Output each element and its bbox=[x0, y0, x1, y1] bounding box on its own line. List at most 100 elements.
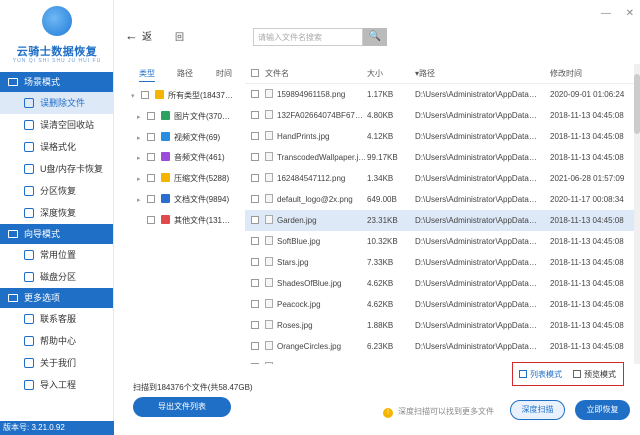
tab-type[interactable]: 类型 bbox=[139, 68, 155, 82]
select-all-checkbox[interactable] bbox=[251, 69, 259, 77]
tree-item[interactable]: ▸ 文档文件(9894) bbox=[131, 190, 243, 210]
row-checkbox[interactable] bbox=[251, 153, 259, 161]
row-checkbox[interactable] bbox=[251, 321, 259, 329]
table-row[interactable]: SoftBlue.jpg 10.32KB D:\Users\Administrato… bbox=[245, 231, 640, 252]
sidebar-item-1-0[interactable]: 常用位置 bbox=[0, 244, 113, 266]
sidebar-item-0-5[interactable]: 深度恢复 bbox=[0, 202, 113, 224]
table-row[interactable]: OrangeCircles.jpg 6.23KB D:\Users\Administ… bbox=[245, 336, 640, 357]
scrollbar-thumb[interactable] bbox=[634, 74, 640, 134]
table-row[interactable]: Roses.jpg 1.88KB D:\Users\Administrator\Ap… bbox=[245, 315, 640, 336]
close-button[interactable]: ✕ bbox=[626, 8, 634, 19]
tree-item[interactable]: ▸ 音频文件(461) bbox=[131, 148, 243, 168]
scrollbar[interactable] bbox=[634, 64, 640, 364]
tree-item[interactable]: 其他文件(131… bbox=[131, 211, 243, 231]
sidebar-item-2-0[interactable]: 联系客服 bbox=[0, 308, 113, 330]
expand-icon[interactable]: ▸ bbox=[137, 191, 145, 210]
row-checkbox[interactable] bbox=[251, 363, 259, 364]
sidebar-item-0-4[interactable]: 分区恢复 bbox=[0, 180, 113, 202]
tree-checkbox[interactable] bbox=[147, 132, 155, 141]
tab-path[interactable]: 路径 bbox=[177, 68, 193, 79]
sidebar-item-2-3[interactable]: 导入工程 bbox=[0, 374, 113, 396]
row-checkbox[interactable] bbox=[251, 342, 259, 350]
list-mode-button[interactable]: 列表模式 bbox=[519, 369, 562, 380]
table-row[interactable]: 162484547112.png 1.34KB D:\Users\Administr… bbox=[245, 168, 640, 189]
table-row[interactable]: default_logo@2x.png 649.00B D:\Users\Admin… bbox=[245, 189, 640, 210]
tree-checkbox[interactable] bbox=[147, 111, 155, 120]
table-row[interactable]: Garden.jpg 23.31KB D:\Users\Administrator\… bbox=[245, 210, 640, 231]
file-size: 23.31KB bbox=[367, 216, 398, 225]
file-size: 4.80KB bbox=[367, 111, 394, 120]
return-button[interactable]: 回 bbox=[175, 30, 184, 43]
section-header-0: 场景模式 bbox=[0, 72, 113, 92]
expand-icon[interactable]: ▸ bbox=[137, 170, 145, 189]
deep-recovery-icon bbox=[24, 208, 34, 218]
deep-scan-button[interactable]: 深度扫描 bbox=[510, 400, 565, 420]
expand-icon[interactable]: ▸ bbox=[137, 129, 145, 148]
tree-checkbox[interactable] bbox=[147, 174, 155, 183]
row-checkbox[interactable] bbox=[251, 216, 259, 224]
row-checkbox[interactable] bbox=[251, 258, 259, 266]
tree-checkbox[interactable] bbox=[141, 91, 149, 99]
row-checkbox[interactable] bbox=[251, 90, 259, 98]
tree-item[interactable]: ▸ 视频文件(69) bbox=[131, 128, 243, 148]
row-checkbox[interactable] bbox=[251, 174, 259, 182]
table-row[interactable]: 132FA02664074BF67… 4.80KB D:\Users\Adminis… bbox=[245, 105, 640, 126]
tree-checkbox[interactable] bbox=[147, 153, 155, 162]
table-row[interactable]: TranscodedWallpaper.j… 99.17KB D:\Users\Ad… bbox=[245, 147, 640, 168]
app-subtitle: YUN QI SHI SHU JU HUI FU bbox=[12, 58, 102, 64]
sidebar-item-1-1[interactable]: 磁盘分区 bbox=[0, 266, 113, 288]
table-row[interactable]: Stars.jpg 7.33KB D:\Users\Administrator\Ap… bbox=[245, 252, 640, 273]
sidebar-item-0-2[interactable]: 误格式化 bbox=[0, 136, 113, 158]
tree-checkbox[interactable] bbox=[147, 215, 155, 224]
tree-item[interactable]: ▸ 图片文件(370… bbox=[131, 107, 243, 127]
row-checkbox[interactable] bbox=[251, 237, 259, 245]
sidebar-item-2-1[interactable]: 帮助中心 bbox=[0, 330, 113, 352]
row-checkbox[interactable] bbox=[251, 300, 259, 308]
export-file-list-button[interactable]: 导出文件列表 bbox=[133, 397, 231, 417]
sidebar-item-0-1[interactable]: 误清空回收站 bbox=[0, 114, 113, 136]
header-time[interactable]: 修改时间 bbox=[550, 64, 640, 84]
file-name: HandPrints.jpg bbox=[277, 132, 330, 141]
file-size: 4.62KB bbox=[367, 300, 394, 309]
minimize-button[interactable]: — bbox=[601, 8, 611, 19]
table-row[interactable]: ShadesOfBlue.jpg 4.62KB D:\Users\Administr… bbox=[245, 273, 640, 294]
file-type-icon bbox=[161, 173, 170, 183]
sidebar-item-0-0[interactable]: 误删除文件 bbox=[0, 92, 113, 114]
row-checkbox[interactable] bbox=[251, 195, 259, 203]
file-type-icon bbox=[161, 152, 170, 162]
expand-icon[interactable]: ▸ bbox=[137, 108, 145, 127]
tree-item-label: 音频文件(461) bbox=[174, 153, 225, 163]
header-size[interactable]: 大小 bbox=[367, 64, 415, 84]
table-row[interactable]: 159894961158.png 1.17KB D:\Users\Administr… bbox=[245, 84, 640, 105]
search-button[interactable]: 🔍 bbox=[363, 28, 387, 46]
preview-mode-button[interactable]: 预览模式 bbox=[573, 369, 616, 380]
file-icon bbox=[265, 110, 273, 119]
tree-item[interactable]: ▸ 压缩文件(5288) bbox=[131, 169, 243, 189]
file-icon bbox=[265, 215, 273, 224]
tree-item[interactable]: ▾ 所有类型(18437… bbox=[131, 86, 243, 106]
search-input[interactable]: 请输入文件名搜索 bbox=[253, 28, 363, 46]
header-name[interactable]: 文件名 bbox=[265, 64, 365, 84]
scene-icon bbox=[8, 78, 18, 86]
sidebar-item-2-2[interactable]: 关于我们 bbox=[0, 352, 113, 374]
back-button[interactable]: ← 返 bbox=[125, 28, 152, 43]
file-icon bbox=[265, 152, 273, 161]
table-row[interactable]: Peacock.jpg 4.62KB D:\Users\Administrator\… bbox=[245, 294, 640, 315]
tab-time[interactable]: 时间 bbox=[216, 68, 232, 79]
sidebar-item-0-3[interactable]: U盘/内存卡恢复 bbox=[0, 158, 113, 180]
expand-icon[interactable]: ▸ bbox=[137, 149, 145, 168]
recover-now-button[interactable]: 立即恢复 bbox=[575, 400, 630, 420]
partition-icon bbox=[24, 186, 34, 196]
row-checkbox[interactable] bbox=[251, 111, 259, 119]
tree-checkbox[interactable] bbox=[147, 195, 155, 203]
file-path: D:\Users\Administrator\AppData… bbox=[415, 300, 537, 309]
header-path[interactable]: ▾路径 bbox=[415, 64, 545, 84]
window-controls: — ✕ bbox=[589, 8, 634, 19]
row-checkbox[interactable] bbox=[251, 132, 259, 140]
list-icon bbox=[519, 370, 527, 378]
file-time: 2018-11-13 04:45:08 bbox=[550, 132, 624, 141]
table-row[interactable]: HandPrints.jpg 4.12KB D:\Users\Administrat… bbox=[245, 126, 640, 147]
row-checkbox[interactable] bbox=[251, 279, 259, 287]
file-time: 2018-11-13 04:45:08 bbox=[550, 216, 624, 225]
expand-icon[interactable]: ▾ bbox=[131, 87, 139, 106]
